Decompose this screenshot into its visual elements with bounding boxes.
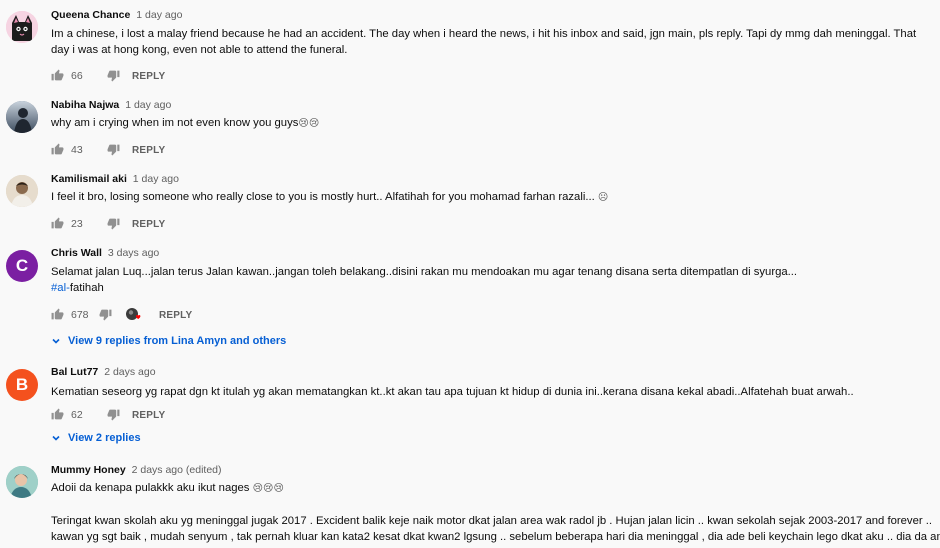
- comment-header: Chris Wall 3 days ago: [51, 247, 936, 260]
- comment-text-body: Adoii da kenapa pulakkk aku ikut nages: [51, 482, 253, 494]
- author-name[interactable]: Queena Chance: [51, 9, 130, 21]
- comment-time[interactable]: 2 days ago (edited): [132, 464, 222, 476]
- author-name[interactable]: Mummy Honey: [51, 464, 126, 476]
- comment-text-tail: fatihah: [69, 282, 104, 294]
- comment-actions: 62 REPLY: [51, 406, 936, 424]
- like-count: 43: [71, 144, 83, 156]
- thumbs-up-icon[interactable]: [51, 217, 65, 231]
- comment-text-body: Selamat jalan Luq...jalan terus Jalan ka…: [51, 266, 798, 278]
- avatar-letter: C: [15, 256, 29, 275]
- comment-time[interactable]: 2 days ago: [104, 366, 155, 378]
- reply-button[interactable]: REPLY: [132, 145, 165, 156]
- avatar[interactable]: [6, 101, 38, 133]
- comment-text: I feel it bro, losing someone who really…: [51, 189, 936, 206]
- comment-text: Im a chinese, i lost a malay friend beca…: [51, 28, 917, 56]
- silhouette-avatar-icon: [6, 101, 38, 133]
- comment-header: Bal Lut77 2 days ago: [51, 366, 936, 379]
- comment-text: Selamat jalan Luq...jalan terus Jalan ka…: [51, 264, 936, 296]
- reply-button[interactable]: REPLY: [132, 219, 165, 230]
- reply-button[interactable]: REPLY: [132, 71, 165, 82]
- comment-actions: 678 REPLY: [51, 306, 936, 324]
- like-count: 678: [71, 309, 89, 321]
- thumbs-down-icon[interactable]: [107, 143, 121, 157]
- thumbs-down-icon[interactable]: [107, 408, 121, 422]
- comment-text-paragraph: Teringat kwan skolah aku yg meninggal ju…: [51, 513, 940, 545]
- chevron-down-icon: [52, 435, 60, 441]
- crying-emoji-icon: 😢😢😢: [252, 483, 284, 494]
- comment-time[interactable]: 3 days ago: [108, 247, 159, 259]
- comment-time[interactable]: 1 day ago: [125, 99, 171, 111]
- creator-heart-icon: [125, 307, 141, 323]
- thumbs-up-icon[interactable]: [51, 408, 65, 422]
- chevron-down-icon: [52, 338, 60, 344]
- avatar[interactable]: [6, 11, 38, 43]
- avatar[interactable]: [6, 175, 38, 207]
- comment-header: Mummy Honey 2 days ago (edited): [51, 464, 936, 477]
- comment-header: Kamilismail aki 1 day ago: [51, 173, 936, 186]
- reply-button[interactable]: REPLY: [159, 310, 192, 321]
- comment-time[interactable]: 1 day ago: [136, 9, 182, 21]
- author-name[interactable]: Kamilismail aki: [51, 173, 127, 185]
- view-replies-button[interactable]: View 9 replies from Lina Amyn and others: [51, 333, 936, 349]
- comment-text-line: kawan yg sgt baik , mudah senyum , tak p…: [51, 531, 940, 543]
- comment-text-body: why am i crying when im not even know yo…: [51, 117, 299, 129]
- avatar[interactable]: B: [6, 369, 38, 401]
- thumbs-down-icon[interactable]: [107, 69, 121, 83]
- comment-text-line: Teringat kwan skolah aku yg meninggal ju…: [51, 515, 933, 527]
- comment-text: Kematian seseorg yg rapat dgn kt itulah …: [51, 386, 854, 398]
- comment-time[interactable]: 1 day ago: [133, 173, 179, 185]
- avatar[interactable]: C: [6, 250, 38, 282]
- view-replies-label: View 2 replies: [68, 432, 141, 444]
- thumbs-up-icon[interactable]: [51, 69, 65, 83]
- crying-emoji-icon: 😢😢: [298, 118, 320, 129]
- thumbs-down-icon[interactable]: [107, 217, 121, 231]
- avatar-letter: B: [15, 375, 29, 394]
- thumbs-up-icon[interactable]: [51, 308, 65, 322]
- view-replies-label: View 9 replies from Lina Amyn and others: [68, 335, 287, 347]
- sad-face-emoji-icon: ☹: [597, 192, 609, 203]
- like-count: 23: [71, 218, 83, 230]
- comment-text: why am i crying when im not even know yo…: [51, 115, 936, 132]
- thumbs-down-icon[interactable]: [99, 308, 113, 322]
- comment-actions: 23 REPLY: [51, 215, 936, 233]
- reply-button[interactable]: REPLY: [132, 410, 165, 421]
- like-count: 66: [71, 70, 83, 82]
- like-count: 62: [71, 409, 83, 421]
- comment-header: Nabiha Najwa 1 day ago: [51, 99, 936, 112]
- author-name[interactable]: Nabiha Najwa: [51, 99, 119, 111]
- comment-text: Adoii da kenapa pulakkk aku ikut nages 😢…: [51, 480, 936, 497]
- comment-actions: 43 REPLY: [51, 141, 936, 159]
- author-name[interactable]: Bal Lut77: [51, 366, 98, 378]
- hashtag-link[interactable]: #al-: [51, 282, 70, 294]
- comment-header: Queena Chance 1 day ago: [51, 9, 936, 22]
- comment-text-body: I feel it bro, losing someone who really…: [51, 191, 598, 203]
- view-replies-button[interactable]: View 2 replies: [51, 430, 936, 446]
- avatar[interactable]: [6, 466, 38, 498]
- person-photo-avatar-icon: [6, 175, 38, 207]
- author-name[interactable]: Chris Wall: [51, 247, 102, 259]
- comment-actions: 66 REPLY: [51, 67, 936, 85]
- cat-ears-avatar-icon: [6, 11, 38, 43]
- woman-photo-avatar-icon: [6, 466, 38, 498]
- thumbs-up-icon[interactable]: [51, 143, 65, 157]
